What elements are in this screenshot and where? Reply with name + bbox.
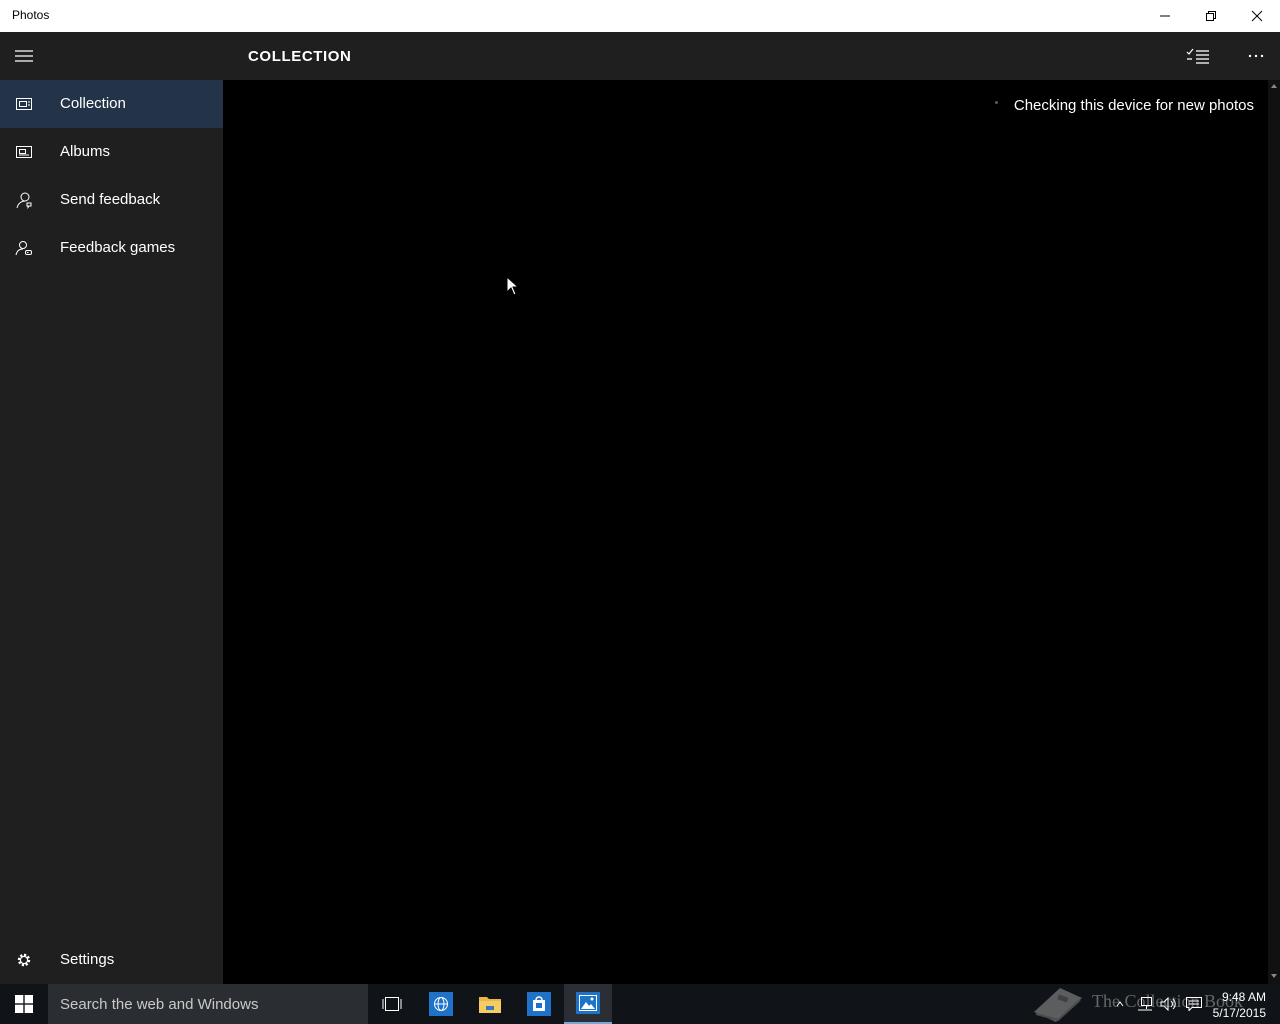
sidebar-item-send-feedback[interactable]: Send feedback	[0, 176, 223, 224]
network-icon	[1138, 997, 1152, 1011]
scroll-down-icon[interactable]	[1270, 972, 1278, 980]
start-button[interactable]	[0, 984, 48, 1024]
collection-icon	[16, 98, 32, 110]
tray-overflow-button[interactable]	[1110, 984, 1130, 1024]
select-button[interactable]	[1174, 32, 1222, 80]
more-button[interactable]	[1232, 32, 1280, 80]
browser-taskbar-button[interactable]	[417, 984, 465, 1024]
book-icon	[1034, 988, 1082, 1022]
close-button[interactable]	[1234, 0, 1280, 32]
feedback-games-icon	[15, 241, 32, 256]
gear-icon	[17, 953, 31, 967]
restore-button[interactable]	[1188, 0, 1234, 32]
store-icon	[527, 992, 551, 1016]
sidebar-item-label: Albums	[60, 143, 111, 160]
taskbar: Search the web and Windows The Collectio…	[0, 984, 1280, 1024]
sidebar-item-label: Settings	[60, 951, 115, 968]
file-explorer-button[interactable]	[466, 984, 514, 1024]
albums-icon	[16, 146, 32, 158]
store-button[interactable]	[515, 984, 563, 1024]
hamburger-icon	[15, 50, 33, 62]
clock[interactable]: 9:48 AM 5/17/2015	[1213, 989, 1266, 1021]
collection-content[interactable]: Checking this device for new photos	[223, 80, 1268, 984]
task-view-icon	[382, 997, 402, 1011]
task-view-button[interactable]	[368, 984, 416, 1024]
chevron-up-icon	[1116, 1001, 1124, 1007]
notification-icon	[1186, 997, 1202, 1011]
scroll-up-icon[interactable]	[1270, 82, 1278, 90]
sidebar-item-feedback-games[interactable]: Feedback games	[0, 224, 223, 272]
photos-taskbar-button[interactable]	[564, 984, 612, 1024]
minimize-button[interactable]	[1142, 0, 1188, 32]
windows-logo-icon	[15, 995, 33, 1013]
clock-time: 9:48 AM	[1221, 990, 1266, 1004]
page-title: COLLECTION	[248, 48, 352, 65]
status-text: Checking this device for new photos	[1013, 97, 1254, 114]
network-button[interactable]	[1134, 984, 1156, 1024]
app-header: COLLECTION	[0, 32, 1280, 80]
close-icon	[1251, 10, 1263, 22]
sidebar-item-label: Send feedback	[60, 191, 161, 208]
send-feedback-icon	[16, 192, 32, 210]
minimize-icon	[1160, 15, 1170, 17]
folder-icon	[479, 997, 501, 1013]
sidebar-item-label: Feedback games	[60, 239, 176, 256]
clock-date: 5/17/2015	[1212, 1006, 1266, 1020]
search-box[interactable]: Search the web and Windows	[48, 984, 368, 1024]
progress-dot	[995, 101, 998, 104]
hamburger-button[interactable]	[0, 32, 48, 80]
more-icon	[1248, 54, 1264, 58]
action-center-button[interactable]	[1182, 984, 1206, 1024]
search-placeholder: Search the web and Windows	[60, 996, 259, 1013]
sidebar: Collection Albums Send feedback Feedback…	[0, 80, 223, 984]
restore-icon	[1206, 11, 1216, 21]
sidebar-item-settings[interactable]: Settings	[0, 936, 223, 984]
sidebar-item-albums[interactable]: Albums	[0, 128, 223, 176]
sidebar-item-label: Collection	[60, 95, 126, 112]
mouse-cursor-icon	[506, 276, 520, 296]
window-title: Photos	[12, 8, 50, 22]
volume-button[interactable]	[1158, 984, 1180, 1024]
select-list-icon	[1186, 48, 1209, 64]
volume-icon	[1160, 997, 1176, 1011]
photos-icon	[576, 992, 600, 1014]
globe-icon	[429, 992, 453, 1016]
sidebar-item-collection[interactable]: Collection	[0, 80, 223, 128]
title-bar: Photos	[0, 0, 1280, 32]
vertical-scrollbar[interactable]	[1268, 80, 1280, 984]
